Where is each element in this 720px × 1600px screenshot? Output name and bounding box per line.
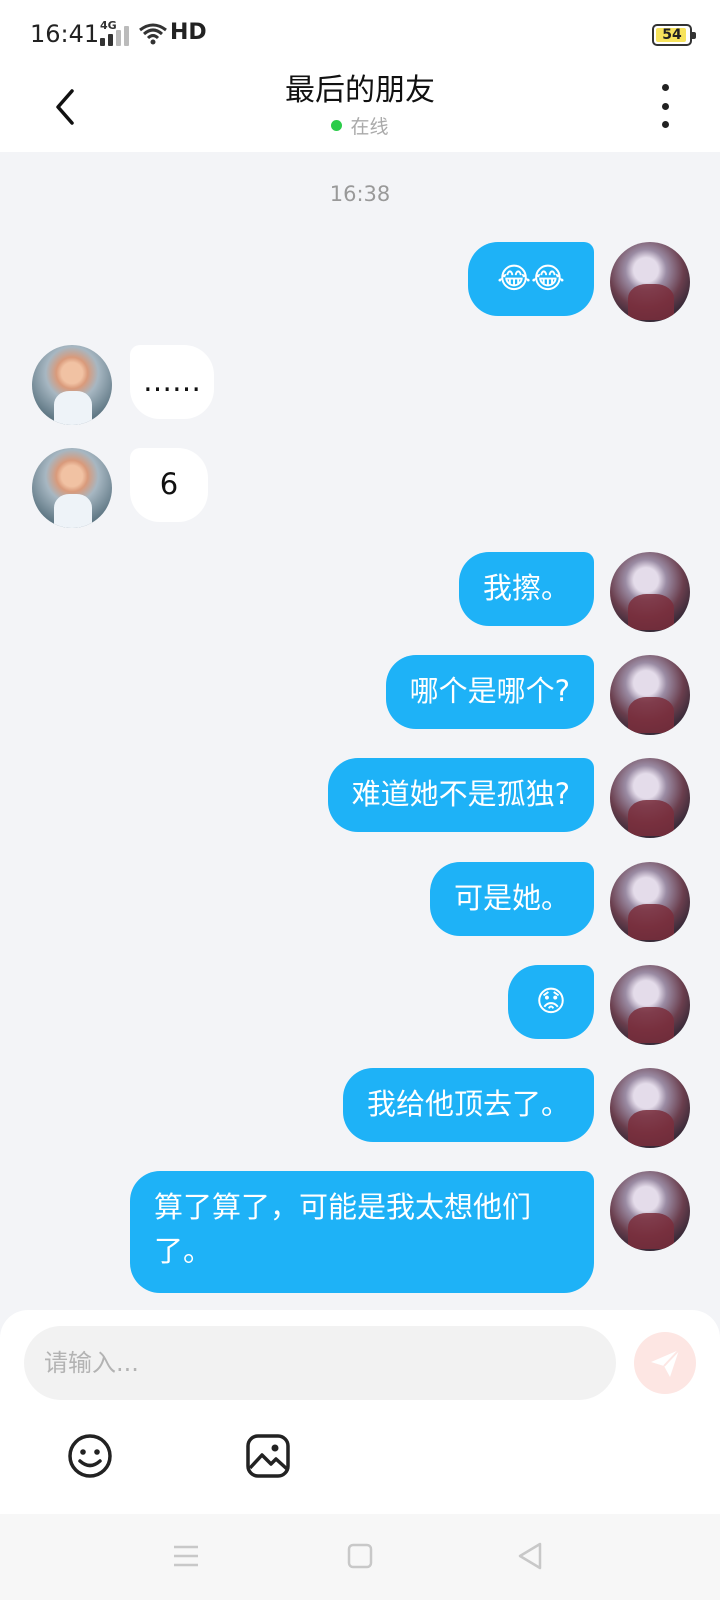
- chat-title-area: 最后的朋友 在线: [0, 72, 720, 139]
- wifi-hd-label: HD: [170, 20, 207, 45]
- image-button[interactable]: [242, 1430, 294, 1482]
- my-avatar[interactable]: [610, 655, 690, 735]
- message-bubble[interactable]: 哪个是哪个?: [385, 655, 594, 729]
- my-avatar[interactable]: [610, 1068, 690, 1148]
- message-bubble[interactable]: ……: [130, 345, 214, 419]
- send-button[interactable]: [634, 1332, 696, 1394]
- my-avatar[interactable]: [610, 242, 690, 322]
- my-avatar[interactable]: [610, 862, 690, 942]
- nav-home-button[interactable]: [340, 1536, 380, 1576]
- nav-menu-button[interactable]: [166, 1536, 206, 1576]
- my-avatar[interactable]: [610, 758, 690, 838]
- send-icon: [651, 1349, 680, 1377]
- message-input[interactable]: [24, 1326, 616, 1400]
- online-dot-icon: [331, 120, 343, 131]
- network-type: 4G: [100, 19, 117, 32]
- chat-timestamp: 16:38: [329, 182, 391, 206]
- message-bubble[interactable]: 😂😂: [468, 242, 594, 316]
- menu-icon: [174, 1545, 198, 1567]
- status-bar: 16:41 4G HD 54: [0, 0, 720, 72]
- cellular-signal-icon: 4G: [100, 19, 129, 46]
- message-bubble[interactable]: 难道她不是孤独?: [327, 758, 594, 832]
- home-icon: [347, 1543, 373, 1569]
- friend-avatar[interactable]: [32, 345, 112, 425]
- back-triangle-icon: [518, 1542, 542, 1570]
- battery-icon: 54: [652, 24, 696, 46]
- nav-back-button[interactable]: [510, 1536, 550, 1576]
- status-time: 16:41: [30, 20, 100, 48]
- friend-avatar[interactable]: [32, 448, 112, 528]
- my-avatar[interactable]: [610, 965, 690, 1045]
- more-options-button[interactable]: [650, 84, 680, 128]
- chat-header: 最后的朋友 在线: [0, 72, 720, 152]
- emoji-button[interactable]: [64, 1430, 116, 1482]
- message-bubble[interactable]: 我给他顶去了。: [342, 1068, 594, 1142]
- emoji-icon: [68, 1434, 112, 1478]
- online-status: 在线: [331, 112, 389, 139]
- online-status-label: 在线: [350, 116, 389, 138]
- message-bubble[interactable]: 我擦。: [458, 552, 594, 626]
- system-navigation-bar: [0, 1514, 720, 1600]
- battery-level: 54: [662, 27, 682, 43]
- message-bubble[interactable]: 算了算了，可能是我太想他们了。: [130, 1171, 594, 1293]
- my-avatar[interactable]: [610, 552, 690, 632]
- chat-title: 最后的朋友: [285, 73, 435, 108]
- message-bubble[interactable]: 6: [130, 448, 208, 522]
- message-bubble[interactable]: 可是她。: [429, 862, 594, 936]
- my-avatar[interactable]: [610, 1171, 690, 1251]
- wifi-icon: [139, 23, 167, 45]
- message-bubble[interactable]: 😟: [508, 965, 594, 1039]
- message-composer: [0, 1310, 720, 1514]
- more-vertical-icon: [661, 84, 669, 91]
- image-icon: [246, 1434, 290, 1478]
